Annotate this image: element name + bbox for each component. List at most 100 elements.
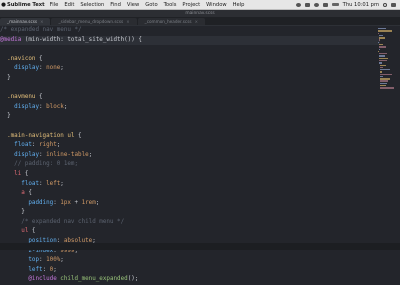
sync-icon[interactable] <box>295 2 301 7</box>
minimap-line <box>379 66 383 69</box>
app-menu[interactable]: Sublime Text <box>7 2 45 8</box>
code-token: @include <box>0 276 57 283</box>
code-line[interactable]: } <box>0 208 380 218</box>
minimap-line <box>380 80 389 82</box>
code-token: padding <box>0 199 54 206</box>
code-token: ; <box>60 257 64 264</box>
code-line[interactable]: .main-navigation ul { <box>0 132 380 142</box>
code-line[interactable]: display: none; <box>0 64 380 74</box>
code-line[interactable]: @include child_menu_expanded(); <box>0 275 380 285</box>
code-text: @media (min-width: total_site_width()) { <box>0 36 142 46</box>
menu-selection[interactable]: Selection <box>80 2 104 8</box>
tab-sidebar-menu-dropdown[interactable]: _sidebar_menu_dropdown.scss × <box>51 18 137 25</box>
menu-edit[interactable]: Edit <box>64 2 74 8</box>
menu-tools[interactable]: Tools <box>164 2 177 8</box>
code-text: display: block; <box>0 103 67 113</box>
code-line[interactable]: @media (min-width: total_site_width()) { <box>0 35 380 46</box>
code-token: ; <box>53 266 57 273</box>
code-editor[interactable]: /* expanded nav menu */ @media (min-width… <box>0 26 380 282</box>
menu-help[interactable]: Help <box>233 2 245 8</box>
minimap[interactable] <box>378 28 395 89</box>
notification-center-icon[interactable] <box>391 2 396 7</box>
code-token: // padding: 0 1em; <box>0 161 79 168</box>
code-line[interactable]: li { <box>0 170 380 180</box>
code-text: .navmenu { <box>0 93 42 103</box>
code-line[interactable]: padding: 1px + 1rem; <box>0 199 380 209</box>
tab-label: _sidebar_menu_dropdown.scss <box>58 19 124 24</box>
code-text: li { <box>0 170 28 180</box>
menu-window[interactable]: Window <box>206 2 226 8</box>
code-text: /* expanded nav child menu */ <box>0 218 124 228</box>
code-line[interactable]: a { <box>0 189 380 199</box>
code-token: : <box>42 266 50 273</box>
minimap-line <box>379 46 386 48</box>
volume-icon[interactable] <box>322 2 328 7</box>
minimap-line <box>379 59 387 62</box>
close-icon[interactable]: × <box>195 19 198 24</box>
clock[interactable]: Thu 10:01 pm <box>343 2 379 8</box>
code-line[interactable]: .navicon { <box>0 55 380 65</box>
code-text: float: right; <box>0 141 60 151</box>
code-token: inline-table <box>46 151 89 158</box>
battery-icon[interactable] <box>331 2 339 7</box>
code-line[interactable] <box>0 84 380 94</box>
menu-goto[interactable]: Goto <box>145 2 157 8</box>
code-token: float <box>0 142 32 149</box>
status-bar <box>0 243 400 250</box>
code-token: } <box>0 74 11 81</box>
minimap-line <box>378 43 383 46</box>
code-line[interactable]: float: left; <box>0 180 380 190</box>
minimap-line <box>378 48 380 50</box>
menu-find[interactable]: Find <box>110 2 121 8</box>
code-line[interactable]: } <box>0 74 380 84</box>
code-token: display <box>0 65 40 72</box>
code-line[interactable]: float: right; <box>0 141 380 151</box>
code-token: a <box>0 190 25 197</box>
apple-icon[interactable]: ● <box>0 2 7 8</box>
code-text: .main-navigation ul { <box>0 132 82 142</box>
code-line[interactable]: ul { <box>0 227 380 237</box>
code-token: ; <box>60 65 64 72</box>
code-token: /* expanded nav child menu */ <box>0 218 125 225</box>
minimap-line <box>378 53 387 55</box>
code-line[interactable]: left: 0; <box>0 266 380 276</box>
display-icon[interactable] <box>304 2 310 7</box>
code-token: li <box>0 170 22 177</box>
minimap-line <box>379 71 383 73</box>
code-line[interactable]: display: block; <box>0 103 380 113</box>
code-line[interactable]: /* expanded nav menu */ <box>0 26 380 36</box>
menu-file[interactable]: File <box>50 2 59 8</box>
close-icon[interactable]: × <box>126 19 129 24</box>
code-line[interactable] <box>0 45 380 55</box>
code-text: display: inline-table; <box>0 151 92 161</box>
minimap-line <box>378 39 380 41</box>
menu-project[interactable]: Project <box>182 2 200 8</box>
code-token: display <box>0 151 40 158</box>
menu-bar: ● Sublime Text File Edit Selection Find … <box>0 0 400 10</box>
code-token: right <box>39 142 57 149</box>
minimap-line <box>379 73 393 76</box>
code-token: (min-width: total_site_width()) { <box>21 36 142 43</box>
code-token: { <box>24 190 32 197</box>
code-line[interactable]: top: 100%; <box>0 256 380 266</box>
code-token: } <box>0 113 11 120</box>
code-line[interactable]: /* expanded nav child menu */ <box>0 218 380 228</box>
code-token: child_menu_expanded <box>60 276 128 283</box>
code-line[interactable]: .navmenu { <box>0 93 380 103</box>
code-line[interactable]: display: inline-table; <box>0 151 380 161</box>
code-token: ; <box>88 151 93 158</box>
window-title-bar: mainnav.scss <box>0 10 400 17</box>
code-line[interactable] <box>0 122 380 132</box>
spotlight-icon[interactable] <box>383 2 387 7</box>
code-line[interactable]: } <box>0 112 380 122</box>
menu-view[interactable]: View <box>127 2 139 8</box>
code-token: { <box>74 132 82 139</box>
code-token: .navicon <box>0 55 36 62</box>
tab-common-header[interactable]: _common_header.scss × <box>137 18 205 25</box>
code-line[interactable]: // padding: 0 1em; <box>0 160 380 170</box>
wifi-icon[interactable] <box>313 2 319 7</box>
code-token: float <box>0 180 40 187</box>
tab-mainnav[interactable]: _mainnav.scss × <box>0 18 51 25</box>
minimap-line <box>380 85 386 87</box>
close-icon[interactable]: × <box>40 19 43 24</box>
